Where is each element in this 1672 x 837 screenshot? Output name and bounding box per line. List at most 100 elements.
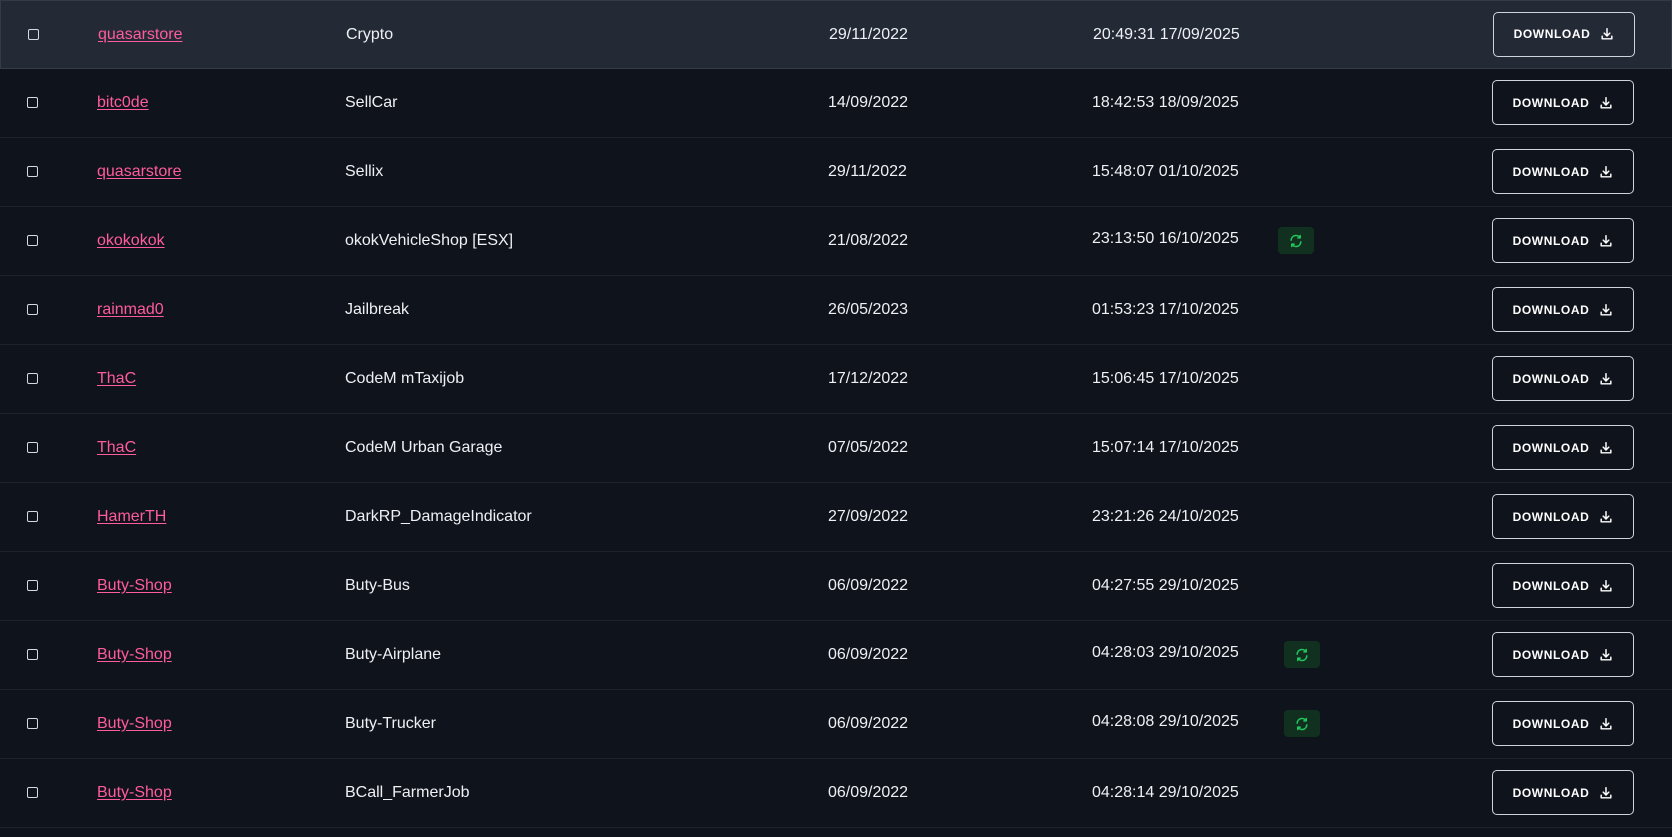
product-name: Buty-Trucker	[345, 715, 436, 732]
download-icon	[1599, 372, 1613, 386]
download-icon	[1600, 27, 1614, 41]
download-button[interactable]: DOWNLOAD	[1492, 80, 1634, 125]
download-icon	[1599, 648, 1613, 662]
download-icon	[1599, 717, 1613, 731]
table-row[interactable]: Buty-Shop Buty-Bus 06/09/2022 04:27:55 29/1…	[0, 552, 1672, 621]
updated-timestamp: 15:07:14 17/10/2025	[1092, 439, 1239, 456]
updated-timestamp: 23:21:26 24/10/2025	[1092, 508, 1239, 525]
table-row[interactable]: bitc0de SellCar 14/09/2022 18:42:53 18/09/2…	[0, 69, 1672, 138]
row-select-checkbox[interactable]	[27, 235, 38, 246]
download-button-label: DOWNLOAD	[1512, 716, 1590, 731]
updated-timestamp: 04:28:08 29/10/2025	[1092, 713, 1239, 730]
product-name: SellCar	[345, 94, 398, 111]
download-button[interactable]: DOWNLOAD	[1492, 563, 1634, 608]
download-button-label: DOWNLOAD	[1512, 233, 1590, 248]
table-row[interactable]: quasarstore Sellix 29/11/2022 15:48:07 01/1…	[0, 138, 1672, 207]
row-select-checkbox[interactable]	[27, 442, 38, 453]
seller-link[interactable]: Buty-Shop	[97, 621, 172, 689]
row-select-checkbox[interactable]	[27, 649, 38, 660]
product-name: Crypto	[346, 25, 394, 43]
row-select-checkbox[interactable]	[27, 511, 38, 522]
download-button-label: DOWNLOAD	[1512, 578, 1590, 593]
row-select-checkbox[interactable]	[27, 166, 38, 177]
seller-link[interactable]: ThaC	[97, 345, 136, 413]
created-date: 06/09/2022	[828, 577, 909, 594]
product-name: Jailbreak	[345, 301, 410, 318]
refresh-badge[interactable]	[1278, 227, 1314, 254]
table-row[interactable]: ThaC CodeM Urban Garage 07/05/2022 15:07:14…	[0, 414, 1672, 483]
download-icon	[1599, 96, 1613, 110]
updated-timestamp: 01:53:23 17/10/2025	[1092, 301, 1239, 318]
product-name: Buty-Bus	[345, 577, 410, 594]
table-row[interactable]: quasarstore Crypto 29/11/2022 20:49:31 17/0…	[0, 0, 1672, 69]
download-icon	[1599, 441, 1613, 455]
table-row[interactable]: ThaC CodeM mTaxijob 17/12/2022 15:06:45 17/…	[0, 345, 1672, 414]
refresh-icon	[1296, 648, 1308, 661]
product-name: CodeM mTaxijob	[345, 370, 465, 387]
download-button[interactable]: DOWNLOAD	[1492, 218, 1634, 263]
download-button-label: DOWNLOAD	[1512, 647, 1590, 662]
updated-timestamp: 15:06:45 17/10/2025	[1092, 370, 1239, 387]
seller-link[interactable]: rainmad0	[97, 276, 164, 344]
download-button-label: DOWNLOAD	[1513, 27, 1591, 41]
row-select-checkbox[interactable]	[27, 97, 38, 108]
download-button-label: DOWNLOAD	[1512, 509, 1590, 524]
seller-link[interactable]: HamerTH	[97, 483, 166, 551]
created-date: 07/05/2022	[828, 439, 909, 456]
updated-timestamp: 18:42:53 18/09/2025	[1092, 94, 1239, 111]
download-button[interactable]: DOWNLOAD	[1492, 356, 1634, 401]
row-select-checkbox[interactable]	[27, 304, 38, 315]
table-row[interactable]: rainmad0 Jailbreak 26/05/2023 01:53:23 17/1…	[0, 276, 1672, 345]
product-name: DarkRP_DamageIndicator	[345, 508, 532, 525]
download-icon	[1599, 234, 1613, 248]
created-date: 14/09/2022	[828, 94, 909, 111]
table-row[interactable]: okokokok okokVehicleShop [ESX] 21/08/2022 2…	[0, 207, 1672, 276]
seller-link[interactable]: quasarstore	[98, 1, 183, 68]
seller-link[interactable]: ThaC	[97, 414, 136, 482]
table-row[interactable]: Buty-Shop Buty-Airplane 06/09/2022 04:28:03…	[0, 621, 1672, 690]
refresh-badge[interactable]	[1284, 710, 1320, 737]
download-icon	[1599, 303, 1613, 317]
seller-link[interactable]: Buty-Shop	[97, 552, 172, 620]
download-button[interactable]: DOWNLOAD	[1492, 770, 1634, 815]
table-row[interactable]: HamerTH DarkRP_DamageIndicator 27/09/2022 2…	[0, 483, 1672, 552]
download-button[interactable]: DOWNLOAD	[1492, 425, 1634, 470]
download-button[interactable]: DOWNLOAD	[1492, 701, 1634, 746]
refresh-icon	[1296, 717, 1308, 730]
table-row[interactable]: Buty-Shop BCall_FarmerJob 06/09/2022 04:28:…	[0, 759, 1672, 828]
row-select-checkbox[interactable]	[27, 787, 38, 798]
refresh-badge[interactable]	[1284, 641, 1320, 668]
seller-link[interactable]: quasarstore	[97, 138, 182, 206]
download-button-label: DOWNLOAD	[1512, 164, 1590, 179]
refresh-icon	[1290, 234, 1302, 247]
updated-timestamp: 04:28:03 29/10/2025	[1092, 644, 1239, 661]
updated-timestamp: 15:48:07 01/10/2025	[1092, 163, 1239, 180]
created-date: 06/09/2022	[828, 715, 909, 732]
download-icon	[1599, 510, 1613, 524]
download-button-label: DOWNLOAD	[1512, 302, 1590, 317]
seller-link[interactable]: Buty-Shop	[97, 690, 172, 758]
seller-link[interactable]: Buty-Shop	[97, 759, 172, 827]
download-button[interactable]: DOWNLOAD	[1492, 287, 1634, 332]
downloads-table: quasarstore Crypto 29/11/2022 20:49:31 17/0…	[0, 0, 1672, 837]
download-button[interactable]: DOWNLOAD	[1492, 632, 1634, 677]
download-icon	[1599, 786, 1613, 800]
seller-link[interactable]: okokokok	[97, 207, 165, 275]
created-date: 26/05/2023	[828, 301, 909, 318]
row-select-checkbox[interactable]	[27, 718, 38, 729]
created-date: 29/11/2022	[829, 25, 908, 43]
created-date: 21/08/2022	[828, 232, 909, 249]
download-button[interactable]: DOWNLOAD	[1492, 494, 1634, 539]
seller-link[interactable]: bitc0de	[97, 69, 149, 137]
row-select-checkbox[interactable]	[28, 28, 39, 40]
download-button-label: DOWNLOAD	[1512, 95, 1590, 110]
product-name: Buty-Airplane	[345, 646, 442, 663]
download-button[interactable]: DOWNLOAD	[1492, 149, 1634, 194]
download-button[interactable]: DOWNLOAD	[1493, 11, 1635, 57]
updated-timestamp: 04:28:14 29/10/2025	[1092, 784, 1239, 801]
row-select-checkbox[interactable]	[27, 580, 38, 591]
table-row[interactable]: Buty-Shop Buty-Trucker 06/09/2022 04:28:08 …	[0, 690, 1672, 759]
row-select-checkbox[interactable]	[27, 373, 38, 384]
download-icon	[1599, 579, 1613, 593]
created-date: 27/09/2022	[828, 508, 909, 525]
